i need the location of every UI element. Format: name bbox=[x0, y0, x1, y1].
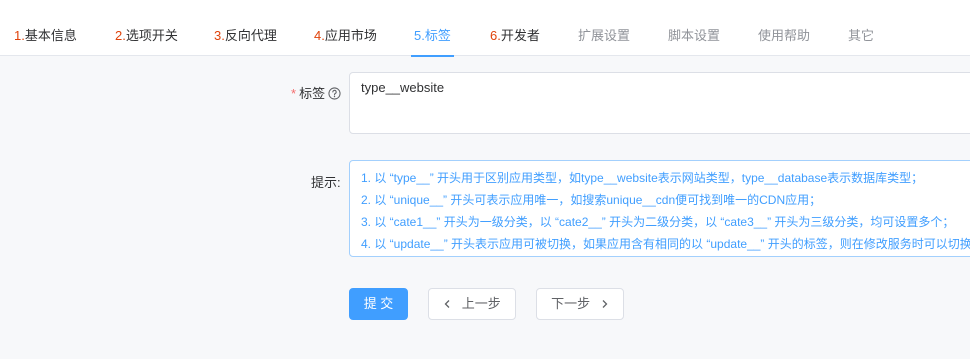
tab-label: 使用帮助 bbox=[758, 28, 811, 43]
tab-label: 选项开关 bbox=[125, 28, 178, 43]
hint-line: 3. 以 “cate1__” 开头为一级分类，以 “cate2__” 开头为二级… bbox=[361, 215, 955, 229]
tab-extension-settings[interactable]: 扩展设置 bbox=[578, 0, 630, 56]
tab-label: 反向代理 bbox=[224, 28, 277, 43]
previous-step-label: 上一步 bbox=[461, 296, 501, 311]
tab-number: 5. bbox=[414, 28, 425, 43]
tab-basic-info[interactable]: 1.基本信息 bbox=[14, 0, 77, 56]
tab-reverse-proxy[interactable]: 3.反向代理 bbox=[214, 0, 277, 56]
chevron-left-icon bbox=[443, 290, 452, 320]
tab-number: 3. bbox=[214, 28, 225, 43]
tab-number: 1. bbox=[14, 28, 25, 43]
tab-number: 4. bbox=[314, 28, 325, 43]
tab-label: 扩展设置 bbox=[578, 28, 631, 43]
tab-bar: 1.基本信息 2.选项开关 3.反向代理 4.应用市场 5.标签 6.开发者 扩… bbox=[0, 0, 970, 57]
tab-label: 基本信息 bbox=[24, 28, 77, 43]
tab-number: 2. bbox=[115, 28, 126, 43]
tab-developer[interactable]: 6.开发者 bbox=[490, 0, 540, 56]
tab-option-switches[interactable]: 2.选项开关 bbox=[115, 0, 178, 56]
next-step-label: 下一步 bbox=[551, 296, 591, 311]
tag-input[interactable]: type__website bbox=[349, 72, 970, 134]
tab-label: 应用市场 bbox=[324, 28, 377, 43]
tab-label: 标签 bbox=[424, 28, 451, 43]
tab-label: 其它 bbox=[848, 28, 875, 43]
tab-label: 脚本设置 bbox=[668, 28, 721, 43]
submit-button[interactable]: 提 交 bbox=[349, 288, 408, 320]
hint-box: 1. 以 “type__” 开头用于区别应用类型，如type__website表… bbox=[349, 160, 970, 257]
hint-line: 4. 以 “update__” 开头表示应用可被切换，如果应用含有相同的以 “u… bbox=[361, 237, 970, 251]
tab-label: 开发者 bbox=[500, 28, 540, 43]
tab-number: 6. bbox=[490, 28, 501, 43]
tab-tags[interactable]: 5.标签 bbox=[411, 0, 454, 57]
previous-step-button[interactable]: 上一步 bbox=[428, 288, 516, 320]
question-circle-icon[interactable] bbox=[328, 87, 341, 103]
tab-app-market[interactable]: 4.应用市场 bbox=[314, 0, 377, 56]
tab-help[interactable]: 使用帮助 bbox=[758, 0, 810, 56]
required-mark: * bbox=[291, 86, 297, 101]
tab-other[interactable]: 其它 bbox=[848, 0, 874, 56]
hint-line: 2. 以 “unique__” 开头可表示应用唯一，如搜索unique__cdn… bbox=[361, 193, 822, 207]
hint-line: 1. 以 “type__” 开头用于区别应用类型，如type__website表… bbox=[361, 171, 924, 185]
hint-label: 提示: bbox=[311, 175, 341, 190]
tag-field-label: * 标签 bbox=[291, 83, 341, 103]
tab-script-settings[interactable]: 脚本设置 bbox=[668, 0, 720, 56]
chevron-right-icon bbox=[600, 290, 609, 320]
next-step-button[interactable]: 下一步 bbox=[536, 288, 624, 320]
tag-label-text: 标签 bbox=[299, 86, 326, 101]
